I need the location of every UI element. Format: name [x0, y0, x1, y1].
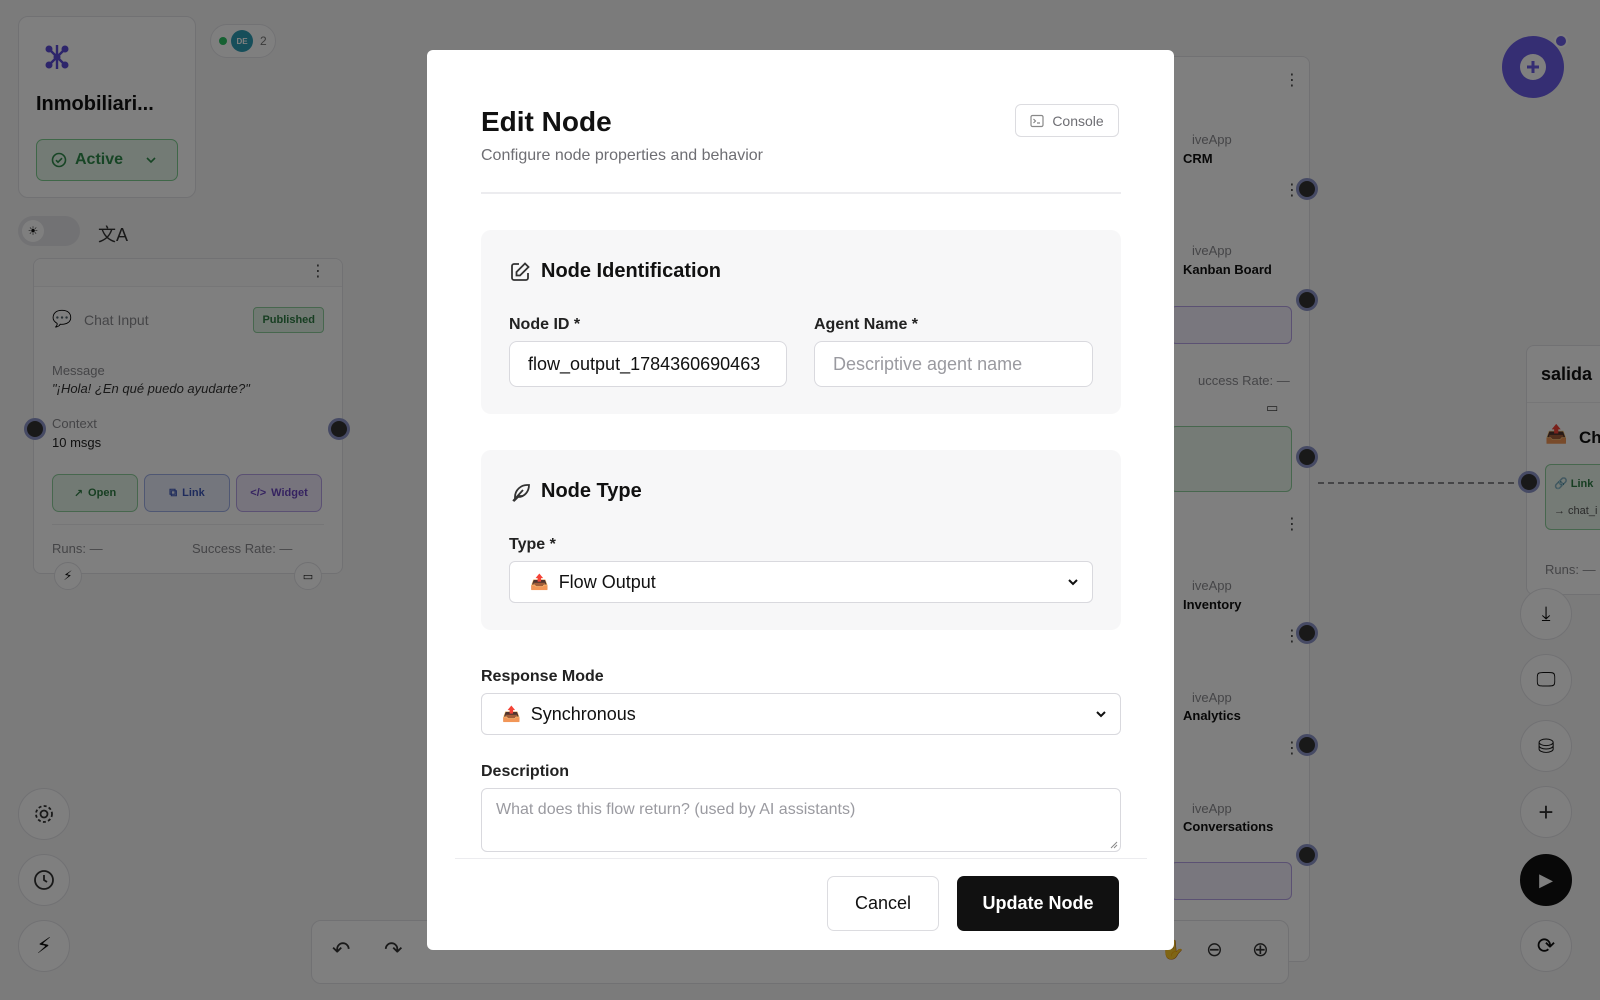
agent-name-label: Agent Name *: [814, 316, 919, 333]
terminal-icon: [1030, 114, 1044, 127]
agent-name-field[interactable]: Descriptive agent name: [814, 341, 1093, 387]
response-mode-label: Response Mode: [481, 668, 604, 685]
type-label: Type *: [509, 536, 556, 553]
section-heading: Node Type: [509, 480, 642, 503]
dialog-subtitle: Configure node properties and behavior: [481, 147, 763, 164]
output-tray-icon: 📤: [502, 706, 521, 723]
update-node-button[interactable]: Update Node: [957, 876, 1119, 931]
feather-icon: [512, 483, 530, 502]
chevron-down-icon: [1096, 711, 1106, 718]
section-heading: Node Identification: [509, 260, 721, 283]
node-id-label: Node ID *: [509, 316, 581, 333]
output-tray-icon: 📤: [530, 574, 549, 591]
header-divider: [481, 192, 1121, 194]
type-select[interactable]: 📤 Flow Output: [509, 561, 1093, 603]
page-title: Edit Node: [481, 106, 612, 137]
resize-handle-icon[interactable]: [1108, 839, 1118, 849]
chevron-down-icon: [1068, 579, 1078, 586]
node-type-section: Node Type Type * 📤 Flow Output: [481, 450, 1121, 630]
description-placeholder: What does this flow return? (used by AI …: [496, 801, 856, 818]
edit-icon: [511, 261, 530, 281]
description-label: Description: [481, 763, 570, 780]
cancel-button[interactable]: Cancel: [827, 876, 939, 931]
node-id-field[interactable]: flow_output_1784360690463: [509, 341, 787, 387]
response-mode-select[interactable]: 📤 Synchronous: [481, 693, 1121, 735]
description-textarea[interactable]: What does this flow return? (used by AI …: [481, 788, 1121, 852]
console-button[interactable]: Console: [1015, 104, 1119, 137]
edit-node-dialog: Edit Node Configure node properties and …: [427, 50, 1174, 950]
node-identification-section: Node Identification Node ID * flow_outpu…: [481, 230, 1121, 414]
